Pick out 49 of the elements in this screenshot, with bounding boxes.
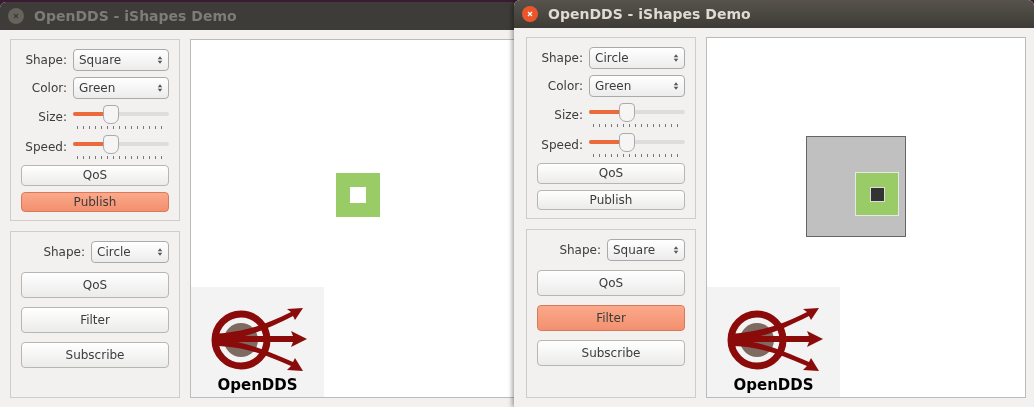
field-label: Shape: — [558, 243, 601, 257]
field-label: Size: — [37, 110, 67, 124]
shape-dropdown[interactable]: Square — [607, 239, 685, 261]
slider[interactable] — [73, 105, 169, 124]
slider[interactable] — [73, 135, 169, 154]
spin-arrows-icon — [673, 53, 679, 63]
color-dropdown[interactable]: Green — [589, 75, 685, 97]
spin-arrows-icon — [157, 55, 163, 65]
window-title: OpenDDS - iShapes Demo — [548, 6, 751, 22]
slider[interactable] — [589, 103, 685, 122]
logo-text: OpenDDS — [217, 376, 298, 394]
shape-dropdown[interactable]: Circle — [589, 47, 685, 69]
spin-arrows-icon — [673, 81, 679, 91]
field-label: Color: — [546, 79, 583, 93]
field-label: Size: — [553, 108, 583, 122]
field-label: Speed: — [540, 138, 583, 152]
spin-arrows-icon — [157, 83, 163, 93]
push-button[interactable]: Publish — [21, 191, 169, 212]
field-label: Color: — [30, 81, 67, 95]
color-dropdown[interactable]: Green — [73, 77, 169, 99]
slider[interactable] — [589, 133, 685, 152]
center-mark — [350, 187, 366, 203]
spin-arrows-icon — [157, 247, 163, 257]
slider-handle[interactable] — [103, 105, 120, 124]
push-button[interactable]: Subscribe — [537, 340, 685, 366]
push-button[interactable]: QoS — [21, 272, 169, 298]
field-label: Shape: — [24, 53, 67, 67]
center-mark — [869, 186, 885, 202]
push-button[interactable]: Publish — [537, 189, 685, 210]
field-label: Shape: — [540, 51, 583, 65]
push-button[interactable]: Filter — [21, 307, 169, 333]
field-label: Shape: — [42, 245, 85, 259]
push-button[interactable]: QoS — [537, 163, 685, 184]
push-button[interactable]: Filter — [537, 305, 685, 331]
shape-dropdown[interactable]: Circle — [91, 241, 169, 263]
slider-handle[interactable] — [619, 103, 636, 122]
push-button[interactable]: QoS — [21, 165, 169, 186]
logo-text: OpenDDS — [733, 376, 814, 394]
window-title: OpenDDS - iShapes Demo — [34, 8, 237, 24]
close-icon — [11, 11, 21, 21]
push-button[interactable]: Subscribe — [21, 342, 169, 368]
close-button[interactable] — [522, 6, 538, 22]
slider-handle[interactable] — [619, 133, 636, 152]
push-button[interactable]: QoS — [537, 270, 685, 296]
field-label: Speed: — [24, 140, 67, 154]
slider-handle[interactable] — [103, 135, 120, 154]
shape-dropdown[interactable]: Square — [73, 49, 169, 71]
close-icon — [525, 9, 535, 19]
spin-arrows-icon — [673, 245, 679, 255]
